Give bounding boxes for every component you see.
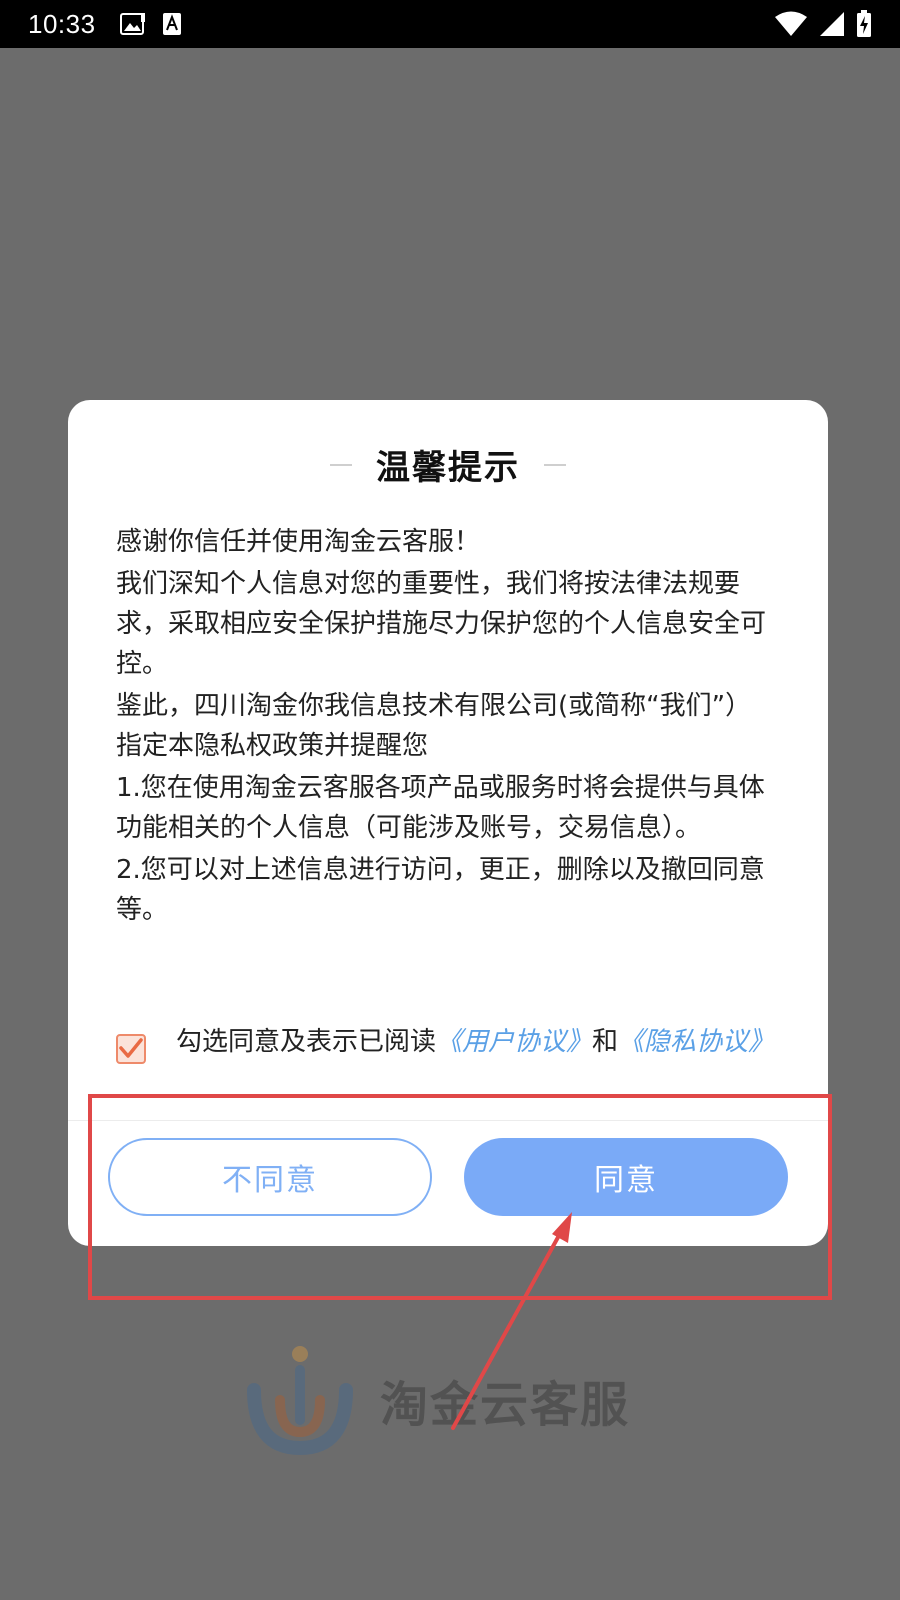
app-logo: 淘金云客服	[240, 1340, 660, 1460]
checkmark-icon	[119, 1038, 143, 1058]
dialog-title-row: 温馨提示	[68, 440, 828, 489]
image-notification-icon	[119, 13, 146, 35]
status-icons-right	[774, 10, 872, 38]
app-logo-icon	[247, 1346, 353, 1456]
status-time: 10:33	[28, 8, 96, 39]
user-agreement-link[interactable]: 《用户协议》	[436, 1027, 592, 1057]
accessibility-a-icon	[162, 12, 182, 36]
agree-button[interactable]: 同意	[464, 1138, 788, 1216]
dialog-title: 温馨提示	[376, 448, 520, 488]
signal-icon	[818, 11, 846, 37]
dialog-paragraph: 鉴此，四川淘金你我信息技术有限公司(或简称“我们”）指定本隐私权政策并提醒您	[116, 691, 752, 761]
status-icons-left	[119, 12, 182, 36]
dialog-paragraph: 我们深知个人信息对您的重要性，我们将按法律法规要求，采取相应安全保护措施尽力保护…	[116, 569, 767, 679]
privacy-dialog: 温馨提示 感谢你信任并使用淘金云客服！ 我们深知个人信息对您的重要性，我们将按法…	[68, 400, 828, 1246]
privacy-agreement-link[interactable]: 《隐私协议》	[618, 1027, 774, 1057]
wifi-icon	[774, 11, 808, 37]
title-divider-left	[330, 463, 352, 466]
battery-charging-icon	[856, 10, 872, 38]
agree-row: 勾选同意及表示已阅读《用户协议》和《隐私协议》	[116, 1022, 776, 1064]
agree-and: 和	[592, 1027, 619, 1057]
title-divider-right	[544, 463, 566, 466]
agree-prefix: 勾选同意及表示已阅读	[176, 1027, 437, 1057]
dialog-paragraph: 感谢你信任并使用淘金云客服！	[116, 527, 481, 557]
disagree-button[interactable]: 不同意	[108, 1138, 432, 1216]
dialog-body: 感谢你信任并使用淘金云客服！ 我们深知个人信息对您的重要性，我们将按法律法规要求…	[116, 522, 776, 932]
button-divider	[68, 1120, 828, 1121]
app-logo-text: 淘金云客服	[380, 1377, 631, 1433]
agree-checkbox[interactable]	[116, 1034, 146, 1064]
dialog-paragraph: 2.您可以对上述信息进行访问，更正，删除以及撤回同意等。	[116, 855, 765, 925]
agree-text: 勾选同意及表示已阅读《用户协议》和《隐私协议》	[176, 1022, 776, 1062]
status-bar: 10:33	[0, 0, 900, 48]
dialog-paragraph: 1.您在使用淘金云客服各项产品或服务时将会提供与具体功能相关的个人信息（可能涉及…	[116, 773, 765, 843]
